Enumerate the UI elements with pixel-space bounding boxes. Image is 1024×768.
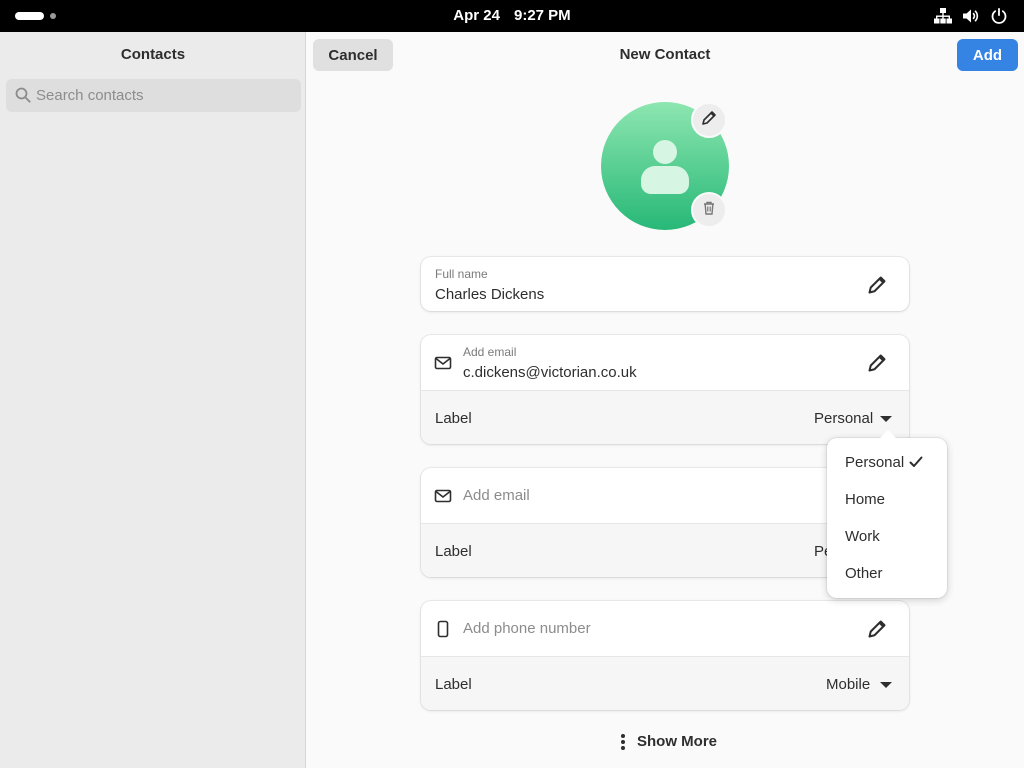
email-type-label: Label <box>435 410 472 427</box>
checkmark-icon <box>909 455 923 472</box>
search-input[interactable] <box>36 79 296 112</box>
email-card-1: Add email c.dickens@victorian.co.uk Labe… <box>421 335 909 444</box>
popover-option-home[interactable]: Home <box>845 481 885 518</box>
phone-type-value: Mobile <box>826 676 871 693</box>
pencil-icon[interactable] <box>867 275 887 295</box>
mail-icon <box>434 354 452 372</box>
popover-arrow <box>879 430 897 439</box>
top-bar: Apr 24 9:27 PM <box>0 0 1024 32</box>
popover-option-personal[interactable]: Personal <box>845 444 904 481</box>
sidebar-title: Contacts <box>120 46 186 63</box>
email-type-value: Personal <box>814 410 874 427</box>
email-field-value[interactable]: c.dickens@victorian.co.uk <box>463 364 637 381</box>
clock-time: 9:27 PM <box>513 7 571 24</box>
popover-option-work[interactable]: Work <box>845 518 880 555</box>
popover-option-label: Other <box>845 565 883 582</box>
show-more-label: Show More <box>637 733 718 750</box>
email-type-row-1: Label Personal <box>421 390 909 444</box>
pencil-icon[interactable] <box>867 619 887 639</box>
popover-option-other[interactable]: Other <box>845 555 883 592</box>
popover-option-label: Personal <box>845 454 905 471</box>
add-button[interactable]: Add <box>957 39 1018 71</box>
email-placeholder[interactable]: Add email <box>463 468 530 523</box>
clock-date: Apr 24 <box>453 7 500 24</box>
search-icon <box>15 87 31 107</box>
label-popover: Personal Home Work Other <box>827 430 947 598</box>
phone-type-row: Label Mobile <box>421 656 909 710</box>
chevron-down-icon <box>880 416 892 422</box>
delete-avatar-button[interactable] <box>691 192 727 228</box>
full-name-card: Full name Charles Dickens <box>421 257 909 311</box>
phone-icon <box>434 620 452 638</box>
phone-type-dropdown[interactable]: Mobile <box>826 657 896 710</box>
popover-option-label: Home <box>845 491 886 508</box>
chevron-down-icon <box>880 682 892 688</box>
pencil-icon <box>701 110 717 130</box>
trash-icon <box>701 200 717 220</box>
full-name-label: Full name <box>435 267 488 281</box>
clock[interactable]: Apr 24 9:27 PM <box>0 0 1024 32</box>
power-icon[interactable] <box>990 7 1008 25</box>
email-field-label: Add email <box>463 345 517 359</box>
full-name-row[interactable]: Full name Charles Dickens <box>421 257 909 311</box>
avatar-body <box>641 166 689 194</box>
pencil-icon[interactable] <box>867 353 887 373</box>
email-type-label: Label <box>435 543 472 560</box>
phone-card: Add phone number Label Mobile <box>421 601 909 710</box>
edit-avatar-button[interactable] <box>691 102 727 138</box>
volume-icon[interactable] <box>962 7 980 25</box>
phone-row[interactable]: Add phone number <box>421 601 909 656</box>
show-more-button[interactable]: Show More <box>613 728 723 756</box>
avatar-head <box>653 140 677 164</box>
mail-icon <box>434 487 452 505</box>
phone-placeholder[interactable]: Add phone number <box>463 601 591 656</box>
more-vertical-icon <box>621 734 625 752</box>
network-icon[interactable] <box>934 7 952 25</box>
full-name-value[interactable]: Charles Dickens <box>435 286 544 303</box>
popover-option-label: Work <box>845 528 880 545</box>
search-box[interactable] <box>6 79 301 112</box>
page-title: New Contact <box>619 46 711 63</box>
phone-type-label: Label <box>435 676 472 693</box>
sidebar: Contacts <box>0 32 306 768</box>
email-row-1[interactable]: Add email c.dickens@victorian.co.uk <box>421 335 909 390</box>
